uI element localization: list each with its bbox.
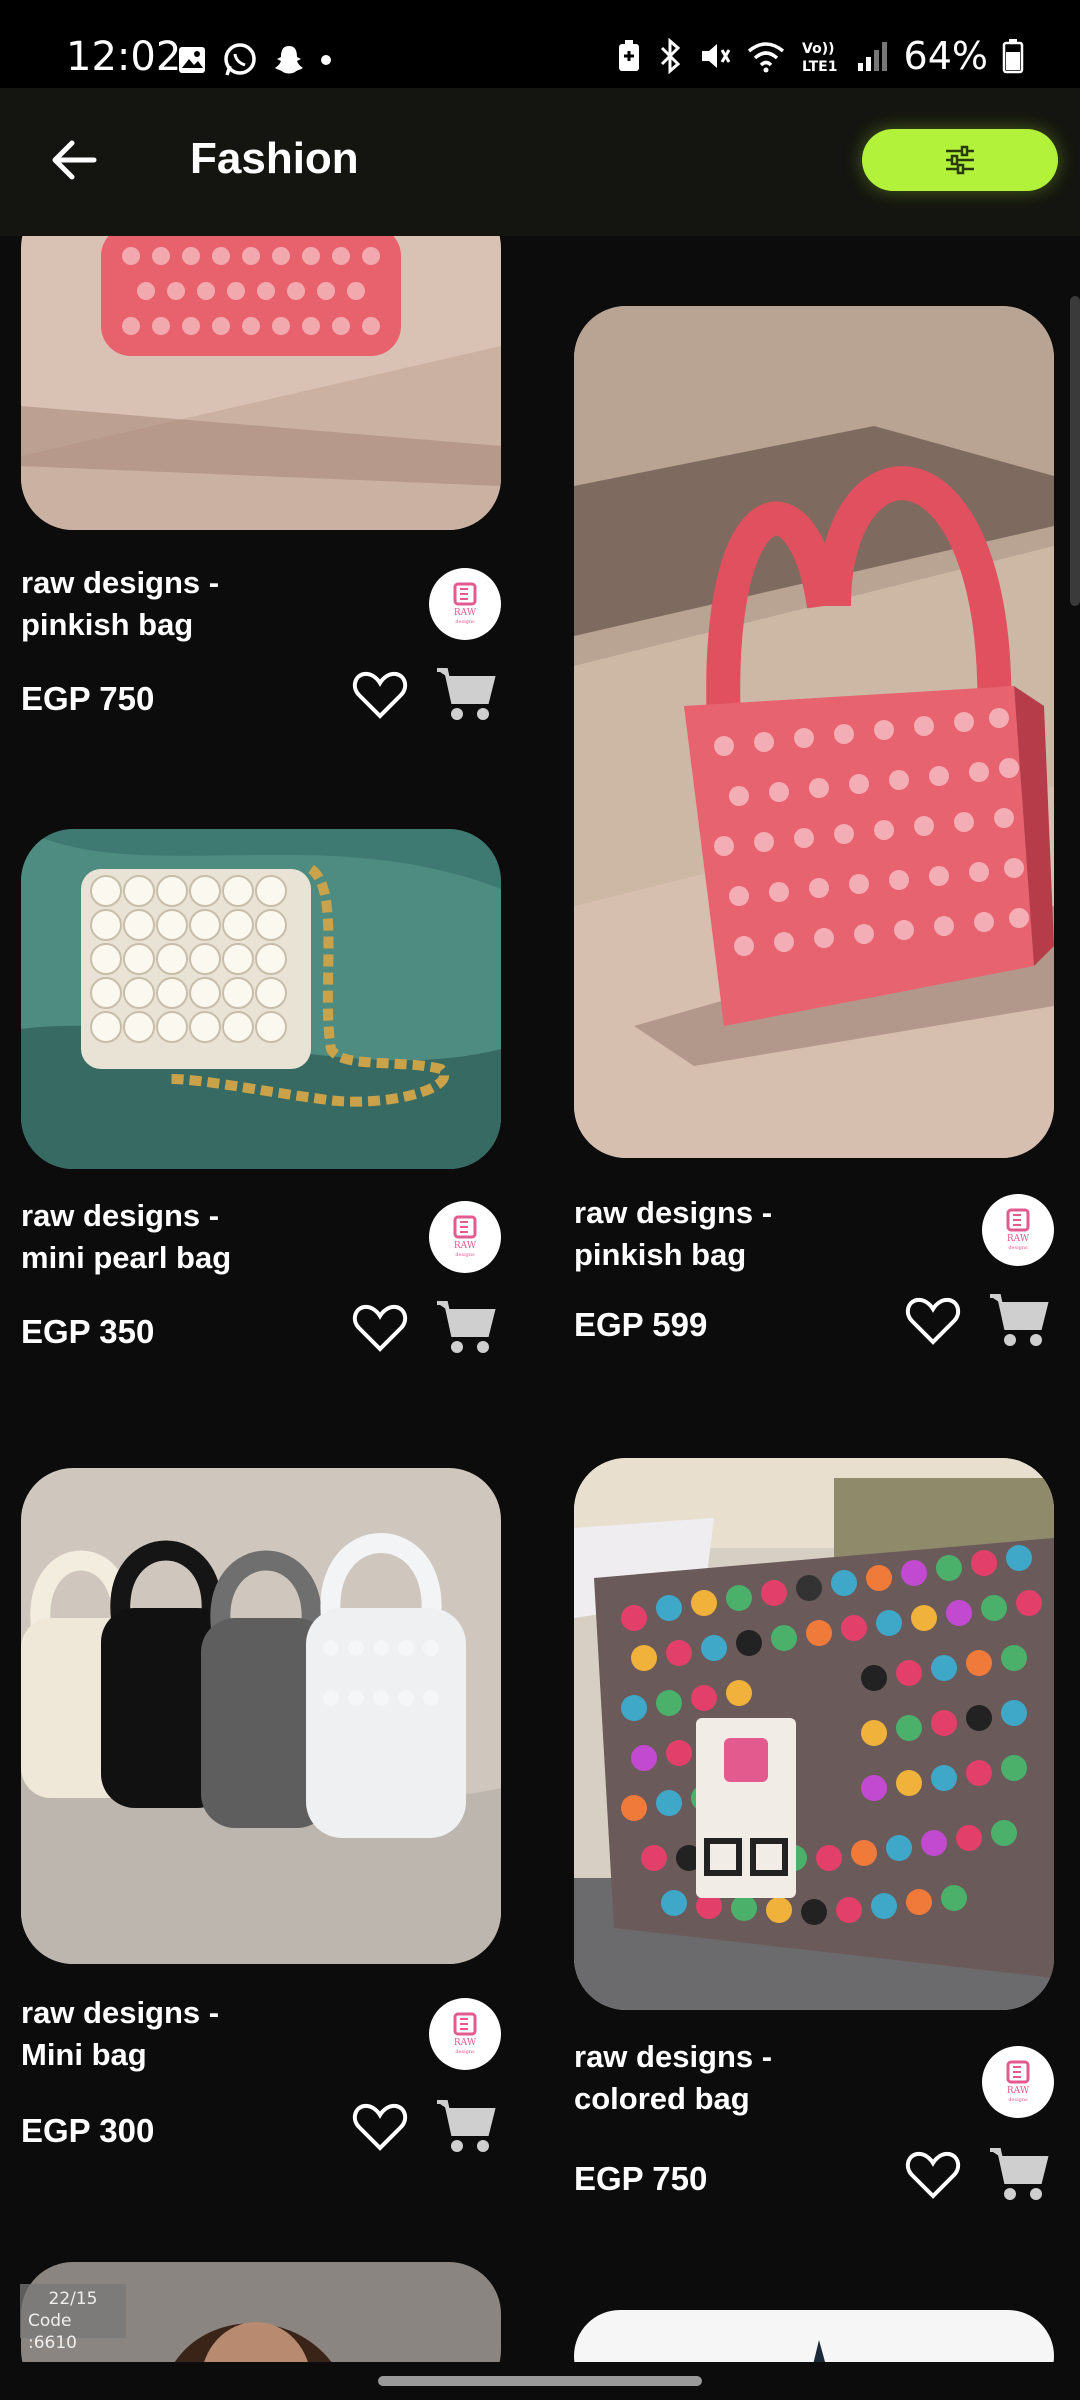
product-price: EGP 300 <box>21 2112 155 2149</box>
product-price: EGP 599 <box>574 1306 708 1343</box>
svg-text:designs: designs <box>455 619 475 625</box>
cart-icon[interactable] <box>433 2094 499 2160</box>
status-bar: 12:02 Vo)) LTE1 64% <box>0 0 1080 88</box>
arrow-left-icon <box>52 140 97 180</box>
heart-icon[interactable] <box>904 1292 962 1350</box>
product-card[interactable]: raw designs - pinkish bag <box>574 306 1054 1272</box>
overlay-badge-line1: 22/15 <box>48 2289 98 2309</box>
status-left-icons <box>176 42 332 78</box>
overlay-badge-line2: Code :6610 <box>28 2311 77 2353</box>
volte-icon: Vo)) LTE1 <box>802 41 837 74</box>
raw-logo-icon: RAWdesigns <box>453 1215 477 1258</box>
sliders-icon <box>946 145 974 175</box>
cart-icon[interactable] <box>986 2142 1052 2208</box>
product-title[interactable]: raw designs - pinkish bag <box>21 562 341 646</box>
back-button[interactable] <box>36 122 112 198</box>
filter-button[interactable] <box>862 129 1058 191</box>
product-image[interactable] <box>21 829 501 1169</box>
product-title[interactable]: raw designs - mini pearl bag <box>21 1195 341 1279</box>
svg-text:designs: designs <box>1008 2097 1028 2103</box>
heart-icon[interactable] <box>351 666 409 724</box>
svg-text:Vo)): Vo)) <box>802 41 834 57</box>
product-grid: raw designs - pinkish bag RAW designs EGP… <box>0 236 1080 2362</box>
svg-text:designs: designs <box>455 1252 475 1258</box>
raw-logo-icon: RAWdesigns <box>1006 2060 1030 2103</box>
mute-icon <box>701 44 730 68</box>
brand-logo[interactable]: RAW designs <box>982 1194 1054 1266</box>
svg-text:RAW: RAW <box>454 608 477 618</box>
product-card[interactable]: raw designs - mini pearl bag RAW designs … <box>21 829 501 1429</box>
product-image[interactable] <box>574 2310 1054 2362</box>
brand-logo[interactable]: RAW designs <box>982 2046 1054 2118</box>
product-card[interactable]: raw designs - Mini bag <box>21 1468 501 2078</box>
scrollbar[interactable] <box>1070 296 1080 606</box>
colored-bead-bag-image <box>574 1458 1054 2010</box>
screen: 12:02 Vo)) LTE1 64% Fashion raw designs … <box>0 0 1080 2400</box>
product-title[interactable]: raw designs - Mini bag <box>21 1992 341 2076</box>
raw-logo-icon: RAWdesigns <box>1006 1208 1030 1251</box>
heart-icon[interactable] <box>351 1299 409 1357</box>
gesture-nav-handle[interactable] <box>378 2376 702 2386</box>
product-card[interactable]: raw designs - colored bag <box>574 1458 1054 2116</box>
product-title[interactable]: raw designs - pinkish bag <box>574 1192 894 1276</box>
product-image[interactable] <box>574 1458 1054 2010</box>
raw-logo-icon: RAWdesigns <box>453 2012 477 2055</box>
product-title[interactable]: raw designs - colored bag <box>574 2036 894 2120</box>
product-image[interactable] <box>21 236 501 530</box>
whatsapp-icon <box>224 43 256 76</box>
product-price: EGP 350 <box>21 1313 155 1350</box>
brand-logo[interactable]: RAW designs <box>429 1201 501 1273</box>
product-partial-image <box>574 2310 1054 2362</box>
svg-text:RAW: RAW <box>1007 1234 1030 1244</box>
cart-icon[interactable] <box>986 1288 1052 1354</box>
battery-icon <box>1002 39 1024 74</box>
bluetooth-icon <box>660 38 680 74</box>
app-bar: Fashion <box>0 88 1080 236</box>
product-price: EGP 750 <box>21 680 155 717</box>
brand-logo[interactable]: RAW designs <box>429 568 501 640</box>
svg-text:RAW: RAW <box>454 1241 477 1251</box>
status-right: Vo)) LTE1 64% <box>616 34 1024 78</box>
dot-icon <box>321 55 331 65</box>
image-overlay-badge: 22/15 Code :6610 <box>20 2284 126 2353</box>
svg-text:RAW: RAW <box>454 2038 477 2048</box>
heart-icon[interactable] <box>351 2098 409 2156</box>
cart-icon[interactable] <box>433 662 499 728</box>
pink-bead-bag-image <box>574 306 1054 1158</box>
svg-text:LTE1: LTE1 <box>802 59 837 74</box>
svg-text:designs: designs <box>455 2049 475 2055</box>
status-time: 12:02 <box>66 34 182 80</box>
product-price: EGP 750 <box>574 2160 708 2197</box>
heart-icon[interactable] <box>904 2146 962 2204</box>
wifi-icon <box>747 42 784 73</box>
pink-bead-bag-image <box>21 236 501 530</box>
page-title: Fashion <box>190 134 359 183</box>
raw-logo-icon: RAWdesigns <box>453 582 477 625</box>
svg-text:RAW: RAW <box>1007 2086 1030 2096</box>
signal-icon <box>857 42 887 71</box>
battery-percent: 64% <box>903 34 988 78</box>
battery-saver-icon <box>618 40 639 71</box>
gallery-icon <box>179 47 205 73</box>
product-image[interactable] <box>574 306 1054 1158</box>
svg-text:designs: designs <box>1008 1245 1028 1251</box>
brand-logo[interactable]: RAW designs <box>429 1998 501 2070</box>
four-mini-bags-image <box>21 1468 501 1964</box>
product-image[interactable] <box>21 1468 501 1964</box>
product-card[interactable]: raw designs - pinkish bag RAW designs EGP… <box>21 236 501 766</box>
pearl-bag-image <box>21 829 501 1169</box>
snapchat-icon <box>275 46 303 74</box>
cart-icon[interactable] <box>433 1295 499 1361</box>
